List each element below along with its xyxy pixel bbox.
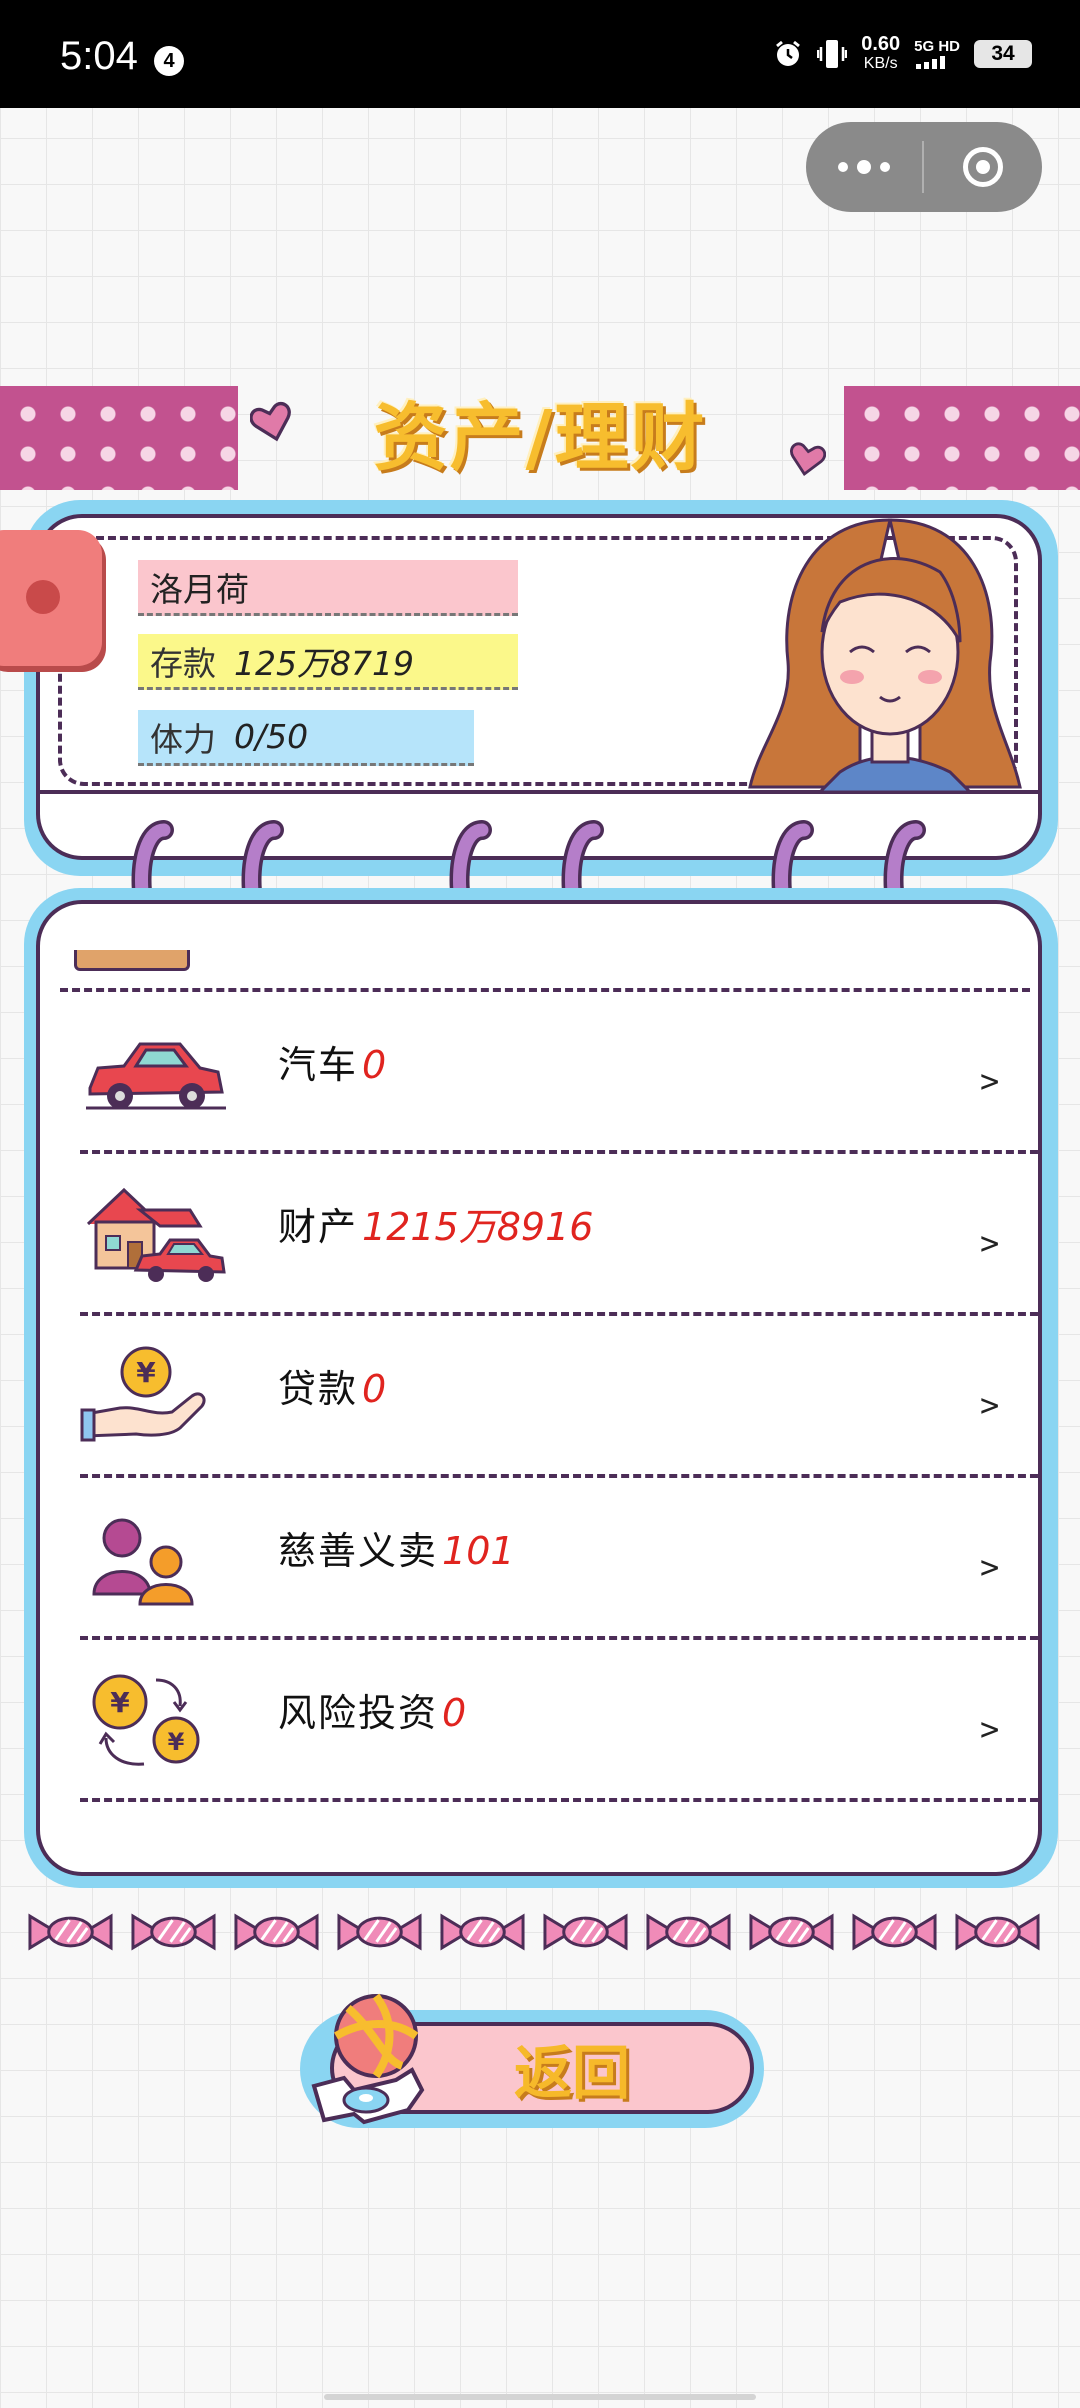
page-title: 资产/理财 [373,395,707,481]
avatar [748,518,1022,792]
heart-icon [790,442,826,477]
candy-icon [337,1913,422,1951]
savings-row: 存款 125万8719 [138,634,518,690]
car-icon [86,1042,226,1110]
list-item-label: 风险投资 0 [278,1691,467,1735]
stamina-label: 体力 [150,719,216,759]
signal-bars-icon [916,56,946,69]
list-item-label: 贷款 0 [278,1367,387,1411]
candy-strip-decoration [26,1910,1056,1960]
asset-list-card: 汽车 0 > 财产 1215万8916 > ¥ 贷款 0 > 慈善义卖 101 … [36,900,1042,1876]
stamina-value: 0/50 [234,717,309,756]
vibrate-icon [817,40,848,68]
list-item-value: 1215万8916 [362,1205,594,1249]
svg-text:¥: ¥ [110,1686,130,1719]
list-item-label: 汽车 0 [278,1043,387,1087]
house-icon [86,1187,226,1282]
signal-indicator: 5G HD [914,39,960,69]
list-item-charity[interactable]: 慈善义卖 101 > [80,1478,1038,1640]
lollipop-candy-icon [311,1993,425,2125]
status-time: 5:04 [60,34,138,78]
list-item-investment[interactable]: ¥ ¥ 风险投资 0 > [80,1640,1038,1802]
list-item-label: 慈善义卖 101 [278,1529,515,1573]
candy-icon [131,1913,216,1951]
list-item-clipped [60,904,1030,992]
candy-icon [955,1913,1040,1951]
dot [838,162,848,172]
dot [880,162,890,172]
battery-indicator: 34 [974,40,1032,68]
chevron-right-icon: > [980,1548,1000,1586]
alarm-icon [776,40,801,66]
more-options-button[interactable] [806,122,922,212]
list-item-loan[interactable]: ¥ 贷款 0 > [80,1316,1038,1478]
miniprogram-capsule [806,122,1042,212]
list-item-value: 101 [442,1529,515,1573]
candy-icon [440,1913,525,1951]
charity-people-icon [92,1518,194,1606]
status-icons: 0.60 KB/s 5G HD 34 [773,32,1032,76]
close-miniprogram-button[interactable] [924,122,1042,212]
clipped-item-icon [74,950,190,971]
candy-icon [852,1913,937,1951]
candy-icon [28,1913,113,1951]
candy-icon [646,1913,731,1951]
network-speed: 0.60 KB/s [861,33,901,72]
stamina-row: 体力 0/50 [138,710,474,766]
heart-icon [250,401,291,442]
list-item-value: 0 [362,1043,387,1087]
chevron-right-icon: > [980,1062,1000,1100]
savings-label: 存款 [150,643,216,683]
target-icon [963,147,1003,187]
side-tab-button[interactable] [0,530,102,666]
status-bar: 5:04 4 0.60 KB/s 5G HD 34 [0,0,1080,108]
list-item-label: 财产 1215万8916 [278,1205,594,1249]
svg-text:¥: ¥ [168,1728,185,1756]
dot [857,160,871,174]
list-item-value: 0 [442,1691,467,1735]
home-indicator[interactable] [324,2394,756,2400]
svg-text:¥: ¥ [136,1356,156,1389]
player-name: 洛月荷 [150,569,249,609]
list-item-property[interactable]: 财产 1215万8916 > [80,1154,1038,1316]
candy-icon [234,1913,319,1951]
list-item-car[interactable]: 汽车 0 > [80,992,1038,1154]
tape-right-decoration [844,386,1080,490]
chevron-right-icon: > [980,1710,1000,1748]
savings-value: 125万8719 [234,643,414,683]
loan-coin-hand-icon: ¥ [80,1346,206,1442]
notification-count-badge: 4 [154,46,184,76]
candy-icon [543,1913,628,1951]
investment-coins-icon: ¥ ¥ [92,1674,200,1766]
chevron-right-icon: > [980,1224,1000,1262]
list-item-value: 0 [362,1367,387,1411]
chevron-right-icon: > [980,1386,1000,1424]
tape-left-decoration [0,386,238,490]
player-name-row: 洛月荷 [138,560,518,616]
candy-icon [749,1913,834,1951]
